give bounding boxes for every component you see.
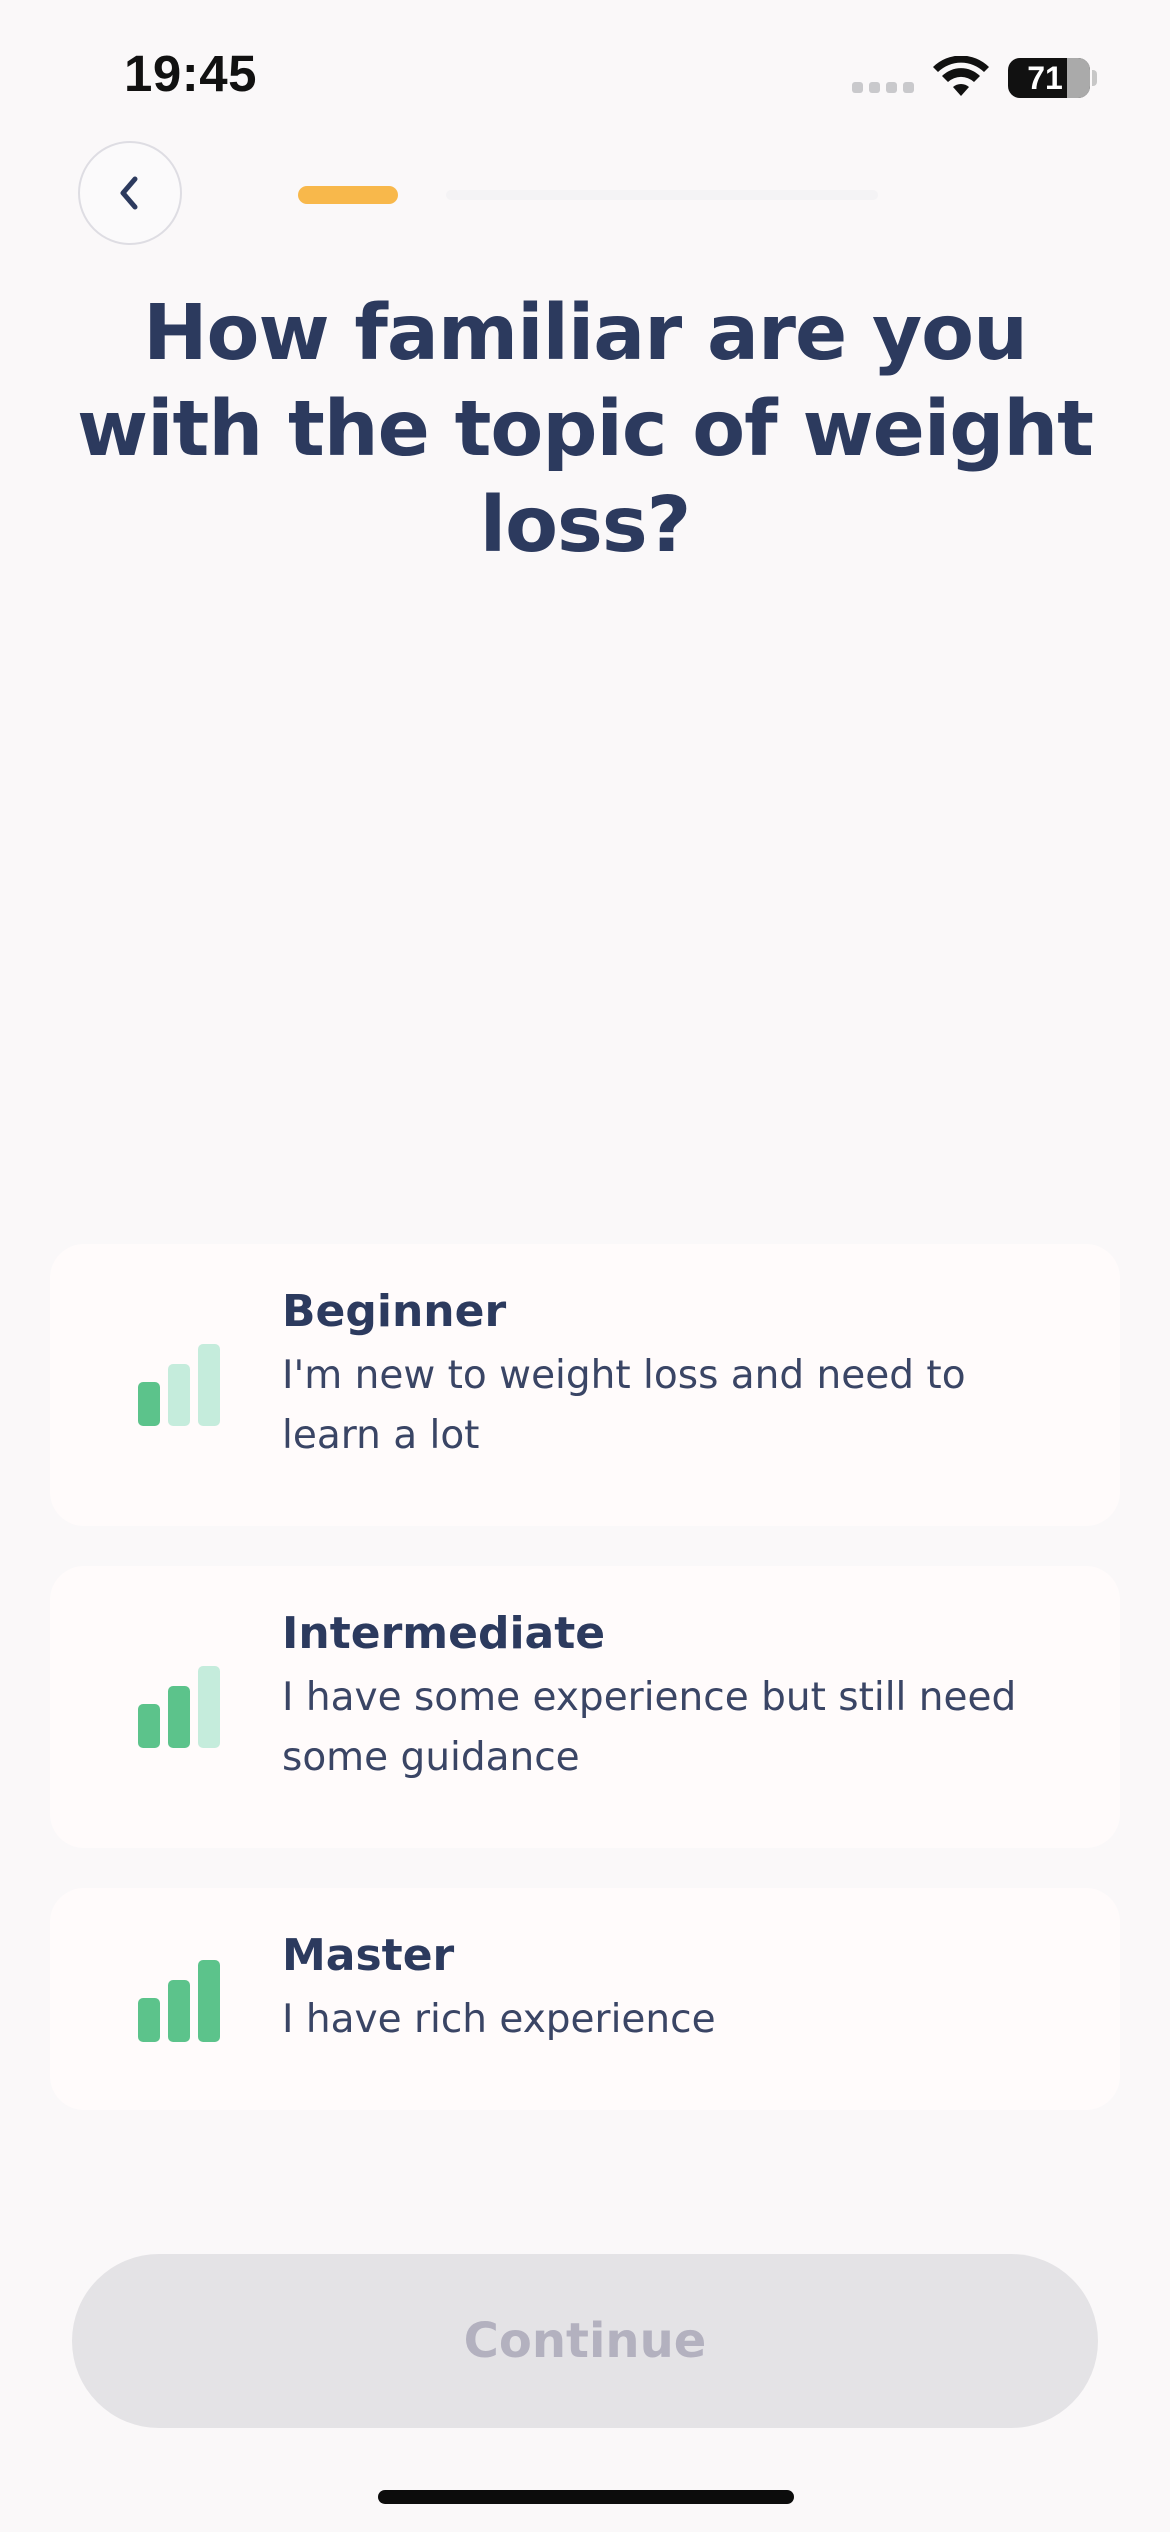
option-list: Beginner I'm new to weight loss and need… (50, 1244, 1120, 2150)
option-intermediate[interactable]: Intermediate I have some experience but … (50, 1566, 1120, 1848)
option-title: Master (282, 1930, 455, 1981)
level-bar-2 (168, 1364, 190, 1426)
battery-icon: 71 (1008, 58, 1090, 98)
option-description: I have rich experience (282, 1997, 716, 2042)
status-time: 19:45 (124, 45, 257, 102)
chevron-left-icon (120, 176, 138, 210)
level-bars-icon (138, 1344, 220, 1426)
progress-track (446, 190, 878, 200)
question-title: How familiar are you with the topic of w… (77, 289, 1094, 570)
level-bars-icon (138, 1960, 220, 2042)
level-bar-3 (198, 1666, 220, 1748)
option-description: I have some experience but still need so… (282, 1675, 1017, 1780)
battery-tip (1092, 70, 1097, 86)
progress-bar (298, 186, 878, 204)
level-bar-1 (138, 1704, 160, 1748)
home-indicator (378, 2490, 794, 2504)
continue-button[interactable]: Continue (72, 2254, 1098, 2428)
level-bars-icon (138, 1666, 220, 1748)
battery-percent: 71 (1027, 59, 1063, 96)
level-bar-1 (138, 1998, 160, 2042)
level-bar-3 (198, 1344, 220, 1426)
option-beginner[interactable]: Beginner I'm new to weight loss and need… (50, 1244, 1120, 1526)
progress-fill (298, 186, 398, 204)
option-master[interactable]: Master I have rich experience (50, 1888, 1120, 2110)
level-bar-2 (168, 1980, 190, 2042)
cellular-signal-icon (852, 82, 914, 93)
level-bar-3 (198, 1960, 220, 2042)
status-bar: 19:45 71 (0, 0, 1170, 150)
back-button[interactable] (78, 141, 182, 245)
level-bar-2 (168, 1686, 190, 1748)
option-title: Beginner (282, 1286, 507, 1337)
option-description: I'm new to weight loss and need to learn… (282, 1353, 966, 1458)
level-bar-1 (138, 1382, 160, 1426)
option-title: Intermediate (282, 1608, 606, 1659)
wifi-icon (933, 56, 989, 96)
